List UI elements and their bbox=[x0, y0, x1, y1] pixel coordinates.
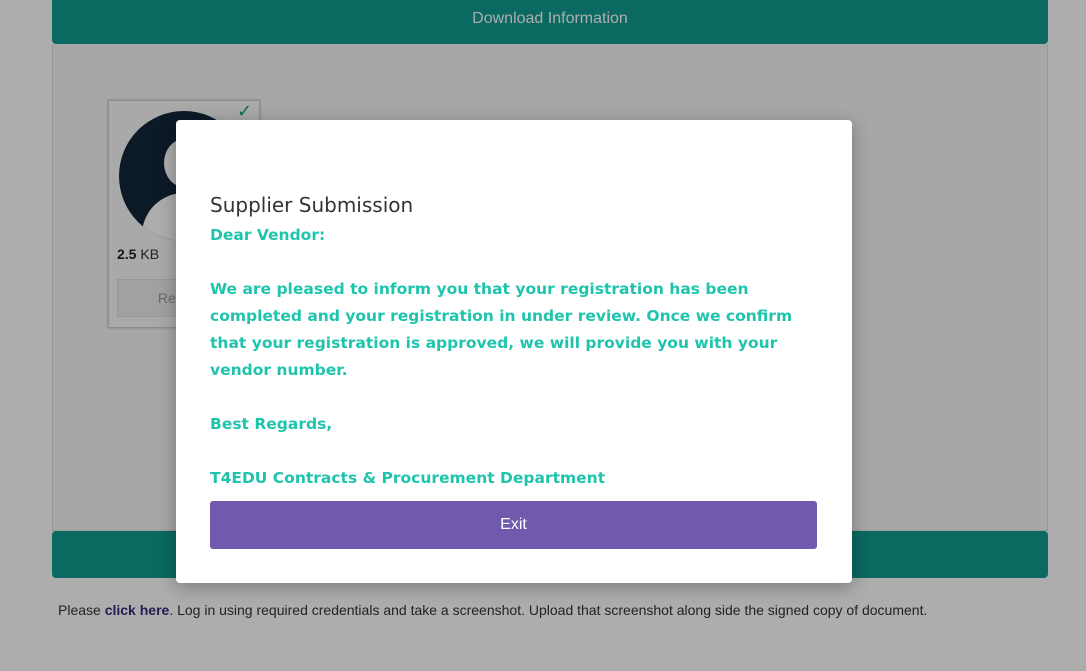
modal-greeting: Dear Vendor: bbox=[210, 226, 326, 244]
modal-body: Dear Vendor: We are pleased to inform yo… bbox=[210, 222, 820, 492]
supplier-submission-modal: Supplier Submission Dear Vendor: We are … bbox=[176, 120, 852, 583]
modal-message: We are pleased to inform you that your r… bbox=[210, 280, 793, 379]
exit-button[interactable]: Exit bbox=[210, 501, 817, 549]
modal-closing: Best Regards, bbox=[210, 415, 333, 433]
modal-signature: T4EDU Contracts & Procurement Department bbox=[210, 469, 606, 487]
modal-title: Supplier Submission bbox=[210, 192, 414, 217]
